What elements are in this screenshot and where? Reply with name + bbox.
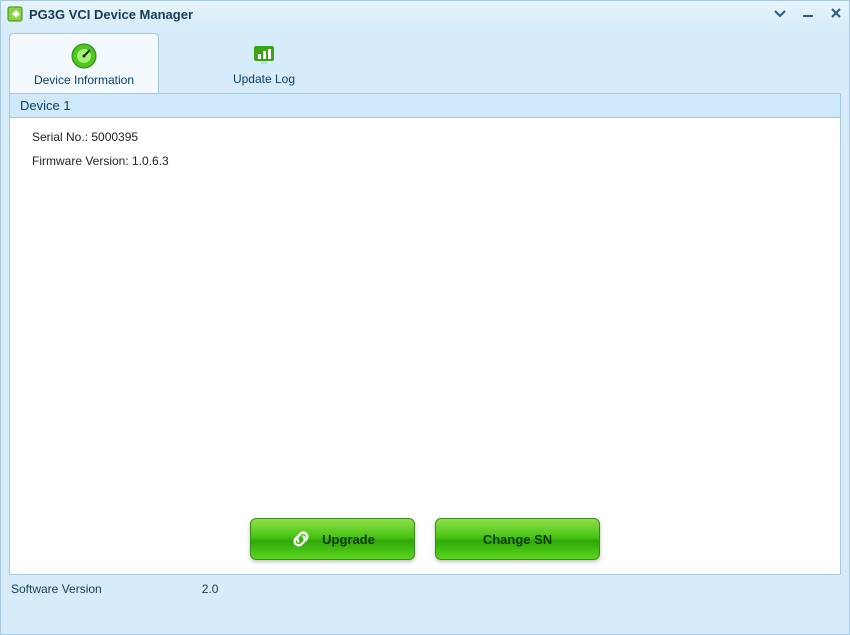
serial-row: Serial No.: 5000395 bbox=[32, 130, 818, 144]
button-label: Change SN bbox=[483, 532, 552, 547]
panel-header: Device 1 bbox=[10, 94, 840, 118]
action-bar: Upgrade Change SN bbox=[10, 504, 840, 574]
tab-device-information[interactable]: Device Information bbox=[9, 33, 159, 93]
tab-update-log[interactable]: Update Log bbox=[189, 33, 339, 93]
software-version-label: Software Version bbox=[11, 582, 102, 596]
app-icon bbox=[7, 6, 23, 22]
serial-label: Serial No.: bbox=[32, 130, 91, 144]
statusbar: Software Version 2.0 bbox=[1, 575, 849, 603]
button-label: Upgrade bbox=[322, 532, 375, 547]
minimize-icon[interactable] bbox=[801, 6, 815, 22]
panel-body: Serial No.: 5000395 Firmware Version: 1.… bbox=[10, 118, 840, 504]
device-info-icon bbox=[69, 41, 99, 71]
change-sn-button[interactable]: Change SN bbox=[435, 518, 600, 560]
software-version-value: 2.0 bbox=[202, 582, 219, 596]
serial-value: 5000395 bbox=[91, 130, 138, 144]
close-icon[interactable] bbox=[829, 6, 843, 23]
link-icon bbox=[290, 528, 312, 550]
firmware-label: Firmware Version: bbox=[32, 154, 132, 168]
titlebar: PG3G VCI Device Manager bbox=[1, 1, 849, 27]
window-controls bbox=[773, 6, 843, 23]
tab-label: Device Information bbox=[34, 73, 134, 87]
dropdown-icon[interactable] bbox=[773, 6, 787, 22]
firmware-value: 1.0.6.3 bbox=[132, 154, 169, 168]
tab-label: Update Log bbox=[233, 72, 295, 86]
firmware-row: Firmware Version: 1.0.6.3 bbox=[32, 154, 818, 168]
upgrade-button[interactable]: Upgrade bbox=[250, 518, 415, 560]
window-title: PG3G VCI Device Manager bbox=[29, 7, 773, 22]
toolbar: Device Information Update Log bbox=[1, 27, 849, 93]
device-panel: Device 1 Serial No.: 5000395 Firmware Ve… bbox=[9, 93, 841, 575]
update-log-icon bbox=[249, 40, 279, 70]
